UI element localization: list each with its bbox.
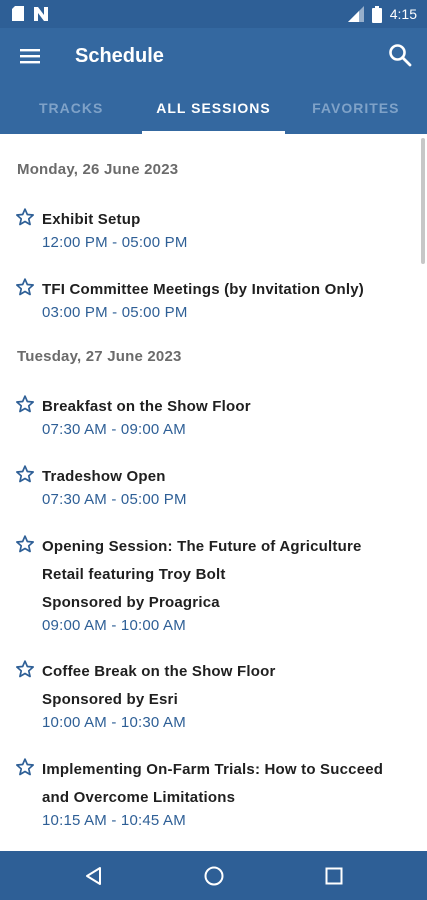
status-time: 4:15 [389,6,417,22]
list-item[interactable]: Coffee Break on the Show Floor Sponsored… [0,658,427,732]
battery-icon [371,5,382,23]
signal-icon [347,6,364,22]
menu-icon[interactable] [18,44,42,68]
tab-bar: TRACKS ALL SESSIONS FAVORITES [0,84,427,134]
session-title: Retail featuring Troy Bolt [42,566,226,583]
session-title: Opening Session: The Future of Agricultu… [42,538,362,555]
session-time: 10:00 AM - 10:30 AM [42,714,186,731]
session-title: Breakfast on the Show Floor [42,398,251,415]
session-title: Coffee Break on the Show Floor [42,663,276,680]
session-list[interactable]: Monday, 26 June 2023 Exhibit Setup 12:00… [0,134,427,851]
back-icon[interactable] [81,863,107,889]
tab-favorites[interactable]: FAVORITES [285,84,427,134]
star-outline-icon[interactable] [15,757,35,777]
session-time: 10:15 AM - 10:45 AM [42,812,186,829]
list-item[interactable]: Exhibit Setup 12:00 PM - 05:00 PM [0,206,427,252]
status-bar: 4:15 [0,0,427,28]
list-item[interactable]: Tradeshow Open 07:30 AM - 05:00 PM [0,463,427,509]
tab-all-sessions[interactable]: ALL SESSIONS [142,84,285,134]
session-time: 07:30 AM - 05:00 PM [42,491,187,508]
star-outline-icon[interactable] [15,277,35,297]
recents-icon[interactable] [321,863,347,889]
n-notification-icon [34,6,48,21]
session-sponsor: Sponsored by Proagrica [42,594,220,611]
list-item[interactable]: Breakfast on the Show Floor 07:30 AM - 0… [0,393,427,439]
star-outline-icon[interactable] [15,659,35,679]
list-item[interactable]: TFI Committee Meetings (by Invitation On… [0,276,427,322]
app-bar: Schedule [0,28,427,84]
session-title: Implementing On-Farm Trials: How to Succ… [42,761,384,778]
star-outline-icon[interactable] [15,394,35,414]
session-title: Tradeshow Open [42,468,166,485]
session-title: Exhibit Setup [42,211,141,228]
date-header: Monday, 26 June 2023 [17,161,179,178]
star-outline-icon[interactable] [15,464,35,484]
home-icon[interactable] [201,863,227,889]
list-item[interactable]: Implementing On-Farm Trials: How to Succ… [0,756,427,830]
tab-tracks[interactable]: TRACKS [0,84,142,134]
star-outline-icon[interactable] [15,207,35,227]
session-sponsor: Sponsored by Esri [42,691,178,708]
star-outline-icon[interactable] [15,534,35,554]
session-time: 07:30 AM - 09:00 AM [42,421,186,438]
session-time: 09:00 AM - 10:00 AM [42,617,186,634]
session-title: TFI Committee Meetings (by Invitation On… [42,281,364,298]
session-title: and Overcome Limitations [42,789,236,806]
session-time: 12:00 PM - 05:00 PM [42,234,188,251]
sd-card-icon [12,6,24,21]
session-time: 03:00 PM - 05:00 PM [42,304,188,321]
scrollbar[interactable] [421,138,425,264]
page-title: Schedule [75,45,164,67]
list-item[interactable]: Opening Session: The Future of Agricultu… [0,533,427,635]
search-icon[interactable] [387,42,413,68]
date-header: Tuesday, 27 June 2023 [17,348,182,365]
system-nav-bar [0,851,427,900]
